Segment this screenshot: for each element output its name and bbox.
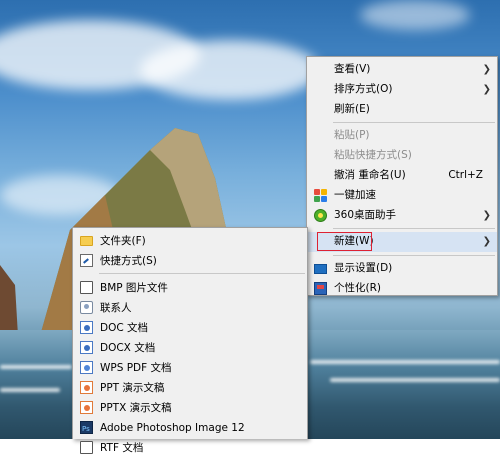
folder-icon [80, 236, 93, 246]
new-bmp-item[interactable]: BMP 图片文件 [73, 278, 307, 298]
menu-item-undo-rename[interactable]: 撤消 重命名(U) Ctrl+Z [307, 166, 497, 186]
new-docx-item[interactable]: DOCX 文档 [73, 338, 307, 358]
new-pptx-item[interactable]: PPTX 演示文稿 [73, 398, 307, 418]
menu-item-label: 联系人 [100, 302, 132, 314]
new-contact-item[interactable]: 联系人 [73, 298, 307, 318]
menu-item-label: 快捷方式(S) [100, 255, 157, 267]
chevron-right-icon: ❯ [482, 64, 491, 75]
menu-item-label: 查看(V) [334, 63, 371, 75]
new-ppt-item[interactable]: PPT 演示文稿 [73, 378, 307, 398]
wave [0, 365, 72, 369]
shortcut-icon [80, 254, 93, 267]
menu-item-label: DOCX 文档 [100, 342, 156, 354]
bmp-file-icon [80, 281, 93, 294]
menu-item-label: 360桌面助手 [334, 208, 397, 221]
rtf-file-icon [80, 441, 93, 454]
menu-item-personalize[interactable]: 个性化(R) [307, 279, 497, 299]
menu-separator [333, 255, 495, 257]
ppt-file-icon [80, 381, 93, 394]
menu-item-view[interactable]: 查看(V) ❯ [307, 60, 497, 80]
menu-item-label: PPTX 演示文稿 [100, 402, 172, 414]
new-submenu: 文件夹(F) 快捷方式(S) BMP 图片文件 联系人 DOC 文档 DOCX … [72, 227, 308, 454]
menu-item-paste: 粘贴(P) [307, 126, 497, 146]
wave [0, 388, 60, 392]
contact-icon [80, 301, 93, 314]
chevron-right-icon: ❯ [482, 83, 491, 95]
menu-item-label: 文件夹(F) [100, 235, 146, 247]
chevron-right-icon: ❯ [482, 209, 491, 221]
menu-item-label: DOC 文档 [100, 322, 149, 334]
doc-file-icon [80, 321, 93, 334]
menu-item-label: 排序方式(O) [334, 82, 393, 95]
new-shortcut-item[interactable]: 快捷方式(S) [73, 251, 307, 271]
desktop-helper-icon [314, 208, 327, 222]
menu-item-display-settings[interactable]: 显示设置(D) [307, 259, 497, 279]
new-pdf-item[interactable]: WPS PDF 文档 [73, 358, 307, 378]
new-photoshop-item[interactable]: Adobe Photoshop Image 12 [73, 418, 307, 439]
menu-item-label: 显示设置(D) [334, 262, 393, 275]
selection-highlight [317, 232, 372, 252]
menu-item-label: 一键加速 [334, 188, 376, 201]
menu-item-label: Adobe Photoshop Image 12 [100, 422, 245, 434]
photoshop-icon [80, 419, 93, 439]
menu-item-360-desktop-helper[interactable]: 360桌面助手 ❯ [307, 206, 497, 226]
speedup-icon [314, 188, 327, 202]
personalize-icon [314, 281, 327, 295]
new-doc-item[interactable]: DOC 文档 [73, 318, 307, 338]
menu-item-label: 粘贴(P) [334, 129, 370, 142]
menu-separator [99, 273, 305, 274]
pdf-file-icon [80, 361, 93, 374]
menu-item-shortcut: Ctrl+Z [448, 168, 483, 181]
new-folder-item[interactable]: 文件夹(F) [73, 231, 307, 251]
pptx-file-icon [80, 401, 93, 414]
menu-item-label: 刷新(E) [334, 102, 370, 115]
menu-separator [333, 122, 495, 124]
menu-item-label: 个性化(R) [334, 281, 381, 294]
menu-separator [333, 228, 495, 230]
wave [330, 378, 500, 382]
menu-item-label: PPT 演示文稿 [100, 382, 165, 394]
menu-item-label: BMP 图片文件 [100, 282, 168, 294]
menu-item-new[interactable]: 新建(W) ❯ [307, 232, 497, 253]
menu-item-label: WPS PDF 文档 [100, 362, 172, 374]
new-rtf-item[interactable]: RTF 文档 [73, 438, 307, 458]
wave [310, 360, 500, 364]
menu-item-paste-shortcut: 粘贴快捷方式(S) [307, 146, 497, 166]
menu-item-label: RTF 文档 [100, 442, 144, 454]
menu-item-label: 撤消 重命名(U) [334, 168, 406, 181]
menu-item-sort-by[interactable]: 排序方式(O) ❯ [307, 80, 497, 100]
chevron-right-icon: ❯ [482, 236, 491, 248]
display-settings-icon [314, 264, 327, 275]
menu-item-speedup[interactable]: 一键加速 [307, 186, 497, 206]
menu-item-label: 粘贴快捷方式(S) [334, 149, 412, 162]
desktop-context-menu: 查看(V) ❯ 排序方式(O) ❯ 刷新(E) 粘贴(P) 粘贴快捷方式(S) … [306, 56, 498, 296]
docx-file-icon [80, 341, 93, 354]
menu-item-refresh[interactable]: 刷新(E) [307, 100, 497, 120]
